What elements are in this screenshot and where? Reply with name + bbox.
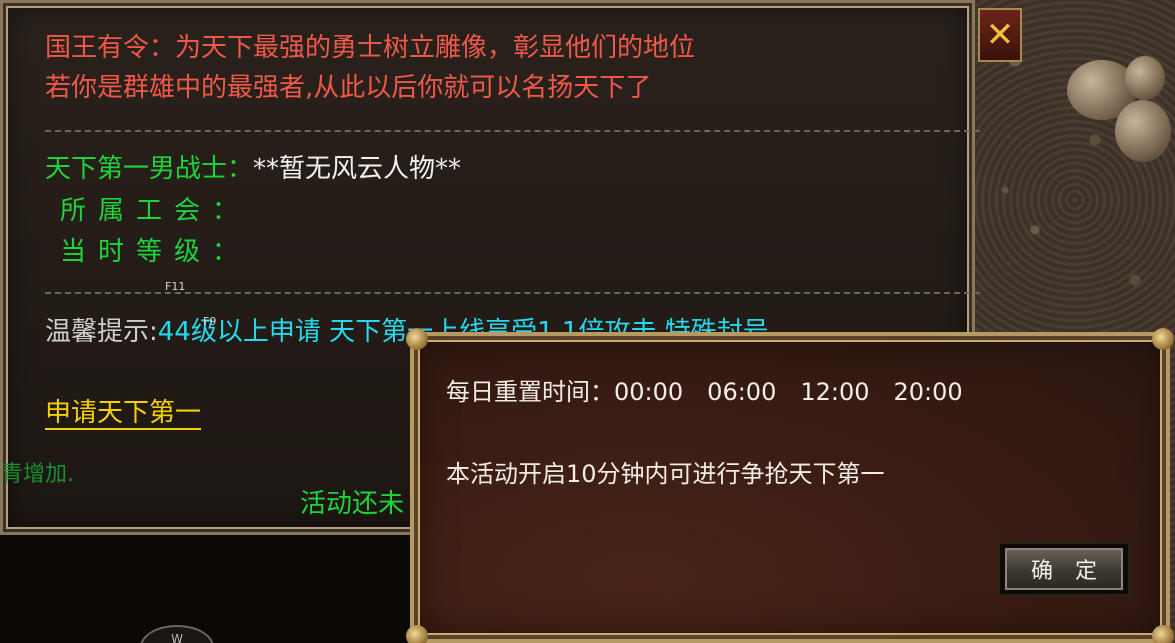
confirm-button[interactable]: 确定 [998, 542, 1130, 596]
level-label: 当时等级： [60, 237, 251, 267]
reset-time-value: 20:00 [893, 378, 963, 406]
corner-ornament [406, 328, 428, 350]
reset-time-value: 00:00 [614, 378, 684, 406]
decree-line-1: 国王有令：为天下最强的勇士树立雕像，彰显他们的地位 [45, 33, 696, 63]
champion-label: 天下第一男战士： [45, 154, 254, 184]
activity-note: 本活动开启10分钟内可进行争抢天下第一 [446, 460, 885, 488]
guild-row: 所属工会： [60, 194, 250, 228]
side-text: 青增加. [1, 462, 74, 487]
corner-ornament [1152, 625, 1174, 643]
reset-time-row: 每日重置时间：00:00 06:00 12:00 20:00 [446, 372, 963, 407]
tip-label: 温馨提示: [45, 317, 158, 347]
reset-time-value: 12:00 [800, 378, 870, 406]
close-button[interactable]: ✕ [978, 8, 1022, 62]
rock [1125, 56, 1165, 100]
reset-time-value: 06:00 [707, 378, 777, 406]
divider [45, 130, 980, 132]
close-icon: ✕ [985, 15, 1015, 55]
corner-ornament [1152, 328, 1174, 350]
reset-time-dialog: 每日重置时间：00:00 06:00 12:00 20:00 本活动开启10分钟内可进… [406, 328, 1174, 643]
activity-status-text: 活动还未 [300, 489, 405, 519]
rock [1115, 100, 1171, 162]
reset-time-label: 每日重置时间： [446, 378, 614, 406]
champion-row: 天下第一男战士：**暂无风云人物** [45, 152, 461, 186]
game-screen: 国王有令：为天下最强的勇士树立雕像，彰显他们的地位 若你是群雄中的最强者,从此以… [0, 0, 1175, 643]
dark-ground [0, 535, 420, 643]
hotkey-f9-label: F9 [203, 315, 217, 328]
decree-line-2: 若你是群雄中的最强者,从此以后你就可以名扬天下了 [45, 73, 652, 103]
champion-name: **暂无风云人物** [253, 154, 462, 184]
guild-label: 所属工会： [60, 196, 251, 226]
divider [45, 292, 980, 294]
corner-ornament [406, 625, 428, 643]
compass-label: W [171, 632, 183, 643]
level-row: 当时等级： [60, 235, 250, 269]
apply-champion-link[interactable]: 申请天下第一 [45, 398, 202, 430]
confirm-button-label: 确定 [1005, 548, 1123, 590]
